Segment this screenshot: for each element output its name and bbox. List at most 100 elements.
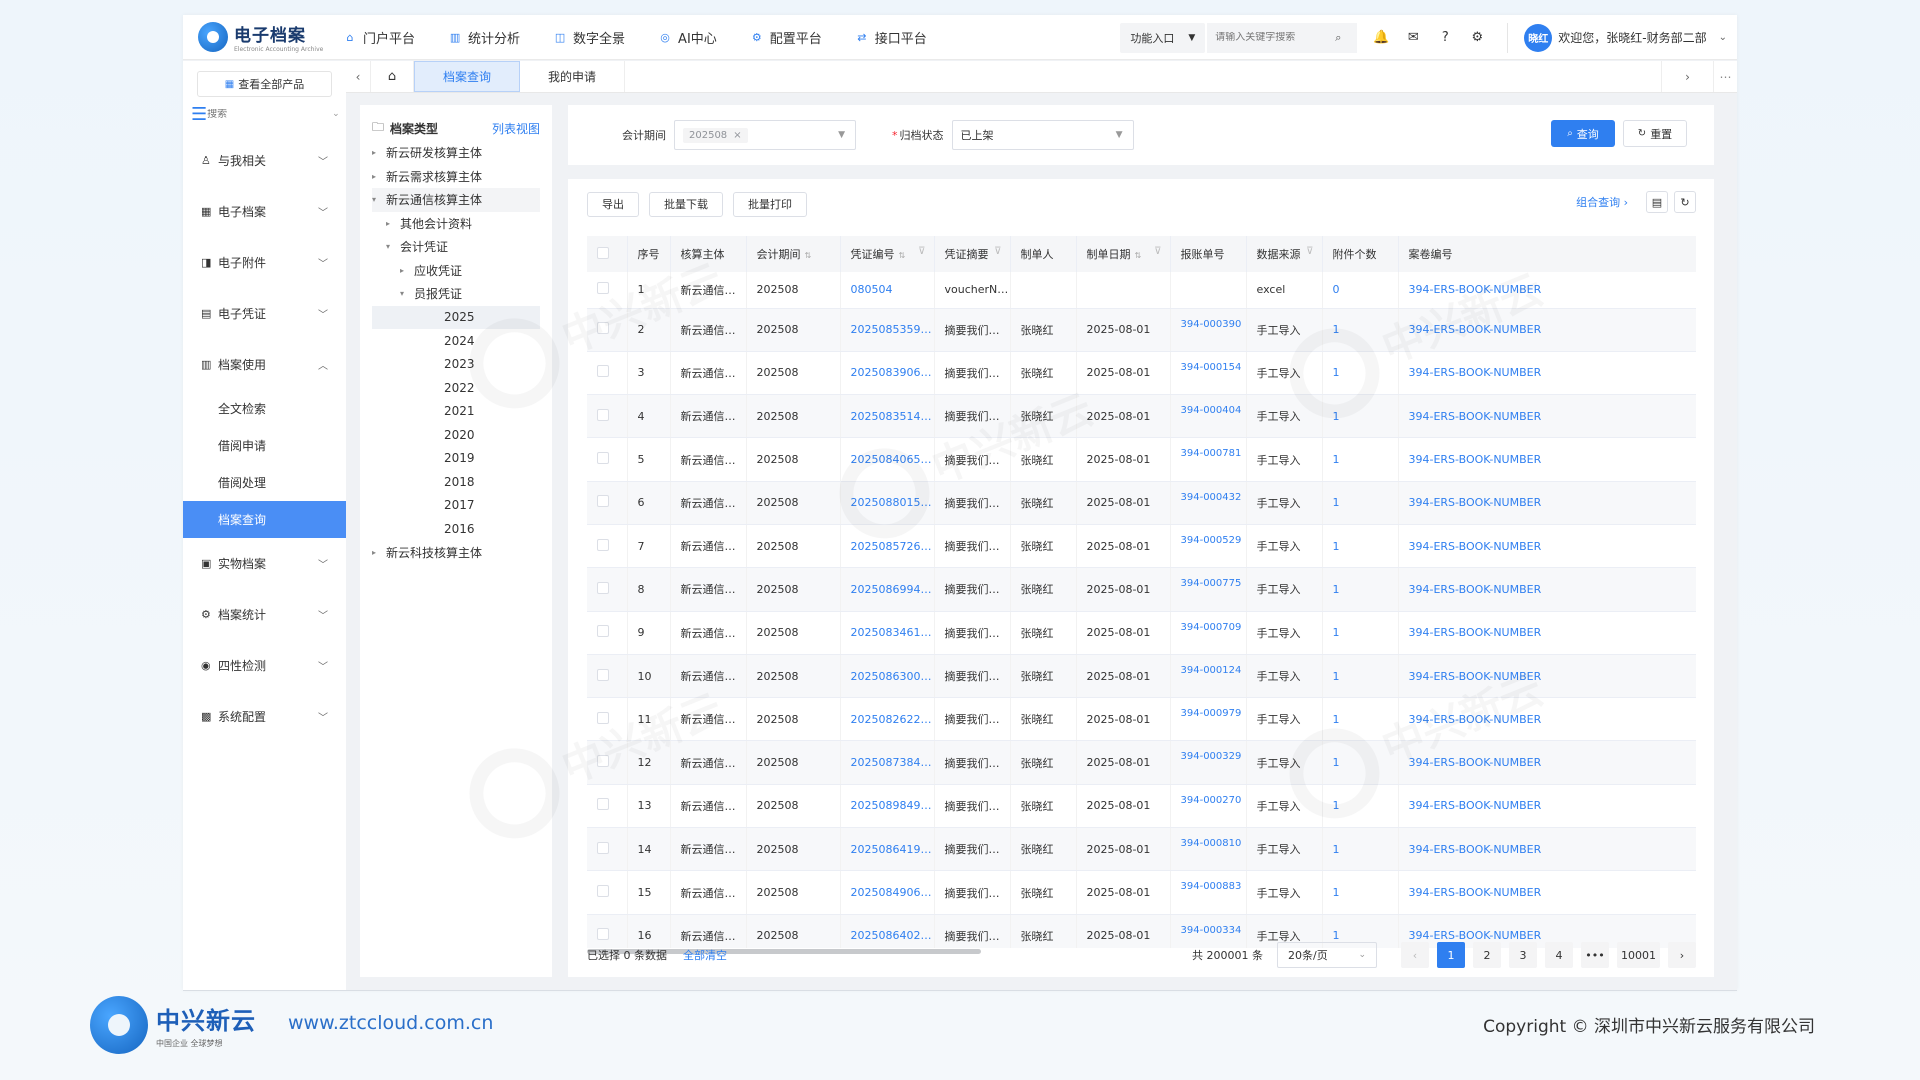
table-cell[interactable]: 2025086300543: [840, 654, 935, 699]
table-cell[interactable]: 1: [1322, 567, 1399, 612]
table-cell[interactable]: 394-000154: [1170, 351, 1247, 396]
select-all-checkbox[interactable]: [597, 246, 609, 259]
table-cell[interactable]: 394-ERS-BOOK-NUMBER: [1398, 481, 1696, 525]
table-row[interactable]: 8新云通信核…20250820250869947002摘要我们随…张晓红2025…: [587, 567, 1696, 612]
more-pages-icon[interactable]: •••: [1581, 942, 1609, 968]
sidebar-item[interactable]: ▦ 电子档案 ﹀: [183, 186, 346, 237]
tree-node[interactable]: 2021: [372, 400, 540, 424]
nav-item-2[interactable]: ◫ 数字全景: [553, 28, 625, 47]
table-row[interactable]: 1新云通信核…202508080504voucherName excel0394-…: [587, 272, 1696, 309]
tab-scroll-left-icon[interactable]: ‹: [346, 61, 370, 92]
row-checkbox[interactable]: [597, 798, 609, 811]
message-icon[interactable]: ✉: [1405, 30, 1421, 46]
tree-node[interactable]: 2019: [372, 447, 540, 471]
batch-download-button[interactable]: 批量下载: [649, 191, 723, 217]
tree-node[interactable]: 2017: [372, 494, 540, 518]
row-checkbox[interactable]: [597, 452, 609, 465]
table-cell[interactable]: 394-ERS-BOOK-NUMBER: [1398, 740, 1696, 785]
table-cell[interactable]: 394-000810: [1170, 827, 1247, 872]
table-cell[interactable]: 394-000529: [1170, 524, 1247, 569]
clear-all-link[interactable]: 全部清空: [683, 947, 727, 963]
reset-button[interactable]: ↻ 重置: [1623, 120, 1687, 147]
page-button[interactable]: 1: [1437, 942, 1465, 968]
sidebar-item[interactable]: ▩ 系统配置 ﹀: [183, 691, 346, 742]
row-checkbox[interactable]: [597, 365, 609, 378]
table-cell[interactable]: 394-000883: [1170, 870, 1247, 915]
caret-right-icon[interactable]: ▸: [372, 548, 382, 557]
table-cell[interactable]: 20250880159148: [840, 481, 935, 525]
table-cell[interactable]: 20250840654226: [840, 437, 935, 482]
tree-node[interactable]: ▸ 应收凭证: [372, 259, 540, 283]
table-cell[interactable]: 394-ERS-BOOK-NUMBER: [1398, 272, 1696, 309]
user-menu[interactable]: 晓红 欢迎您，张晓红-财务部二部 ⌄: [1507, 22, 1727, 53]
table-cell[interactable]: [1170, 272, 1247, 309]
caret-down-icon[interactable]: ▾: [372, 195, 382, 204]
refresh-icon[interactable]: ↻: [1674, 191, 1696, 213]
function-entry-select[interactable]: 功能入口 ▼: [1120, 22, 1206, 53]
filter-icon[interactable]: ⊽: [994, 246, 1001, 257]
table-row[interactable]: 12新云通信核…20250820250873844498摘要我们随…张晓红202…: [587, 740, 1696, 785]
home-icon[interactable]: ⌂: [370, 61, 414, 92]
row-checkbox[interactable]: [597, 885, 609, 897]
table-row[interactable]: 11新云通信核…2025082025082622381…摘要我们随…张晓红202…: [587, 697, 1696, 742]
row-checkbox[interactable]: [597, 408, 609, 421]
table-row[interactable]: 14新云通信核…20250820250864191551摘要我们随…张晓红202…: [587, 827, 1696, 872]
company-url[interactable]: www.ztccloud.com.cn: [288, 1012, 493, 1034]
close-icon[interactable]: ×: [733, 130, 741, 141]
help-icon[interactable]: ?: [1437, 30, 1453, 46]
table-cell[interactable]: 394-000390: [1170, 308, 1247, 352]
query-button[interactable]: ⌕ 查询: [1551, 120, 1615, 147]
nav-item-1[interactable]: ▥ 统计分析: [448, 28, 520, 47]
table-cell[interactable]: 20250839069914: [840, 351, 935, 396]
table-row[interactable]: 2新云通信核…2025082025085359415…摘要我们随…张晓红2025…: [587, 308, 1696, 352]
table-cell[interactable]: 1: [1322, 481, 1399, 525]
table-cell[interactable]: 1: [1322, 827, 1399, 872]
table-cell[interactable]: 20250873844498: [840, 740, 935, 785]
table-cell[interactable]: 1: [1322, 697, 1399, 742]
caret-right-icon[interactable]: ▸: [372, 148, 382, 157]
sidebar-item[interactable]: ◉ 四性检测 ﹀: [183, 640, 346, 691]
user-settings-icon[interactable]: ⚙: [1469, 30, 1485, 46]
table-cell[interactable]: 394-ERS-BOOK-NUMBER: [1398, 654, 1696, 699]
table-cell[interactable]: 394-ERS-BOOK-NUMBER: [1398, 437, 1696, 482]
sort-icon[interactable]: ⇅: [1135, 251, 1142, 260]
page-button[interactable]: 2: [1473, 942, 1501, 968]
all-products-button[interactable]: ▦ 查看全部产品: [197, 71, 332, 97]
search-icon[interactable]: ⌕: [1335, 31, 1341, 45]
row-checkbox[interactable]: [597, 928, 609, 941]
nav-item-0[interactable]: ⌂ 门户平台: [343, 28, 416, 47]
table-cell[interactable]: 20250869947002: [840, 567, 935, 612]
table-cell[interactable]: 394-ERS-BOOK-NUMBER: [1398, 784, 1696, 829]
table-row[interactable]: 15新云通信核…20250820250849066392摘要我们随…张晓红202…: [587, 870, 1696, 915]
table-cell[interactable]: 394-000775: [1170, 567, 1247, 612]
export-button[interactable]: 导出: [587, 191, 639, 217]
table-cell[interactable]: 394-000432: [1170, 481, 1247, 525]
filter-icon[interactable]: ⊽: [1306, 246, 1313, 257]
table-cell[interactable]: 1: [1322, 870, 1399, 915]
table-cell[interactable]: 394-ERS-BOOK-NUMBER: [1398, 827, 1696, 872]
column-settings-icon[interactable]: ▤: [1646, 191, 1668, 213]
sidebar-item[interactable]: ▣ 实物档案 ﹀: [183, 538, 346, 589]
table-row[interactable]: 7新云通信核…20250820250857261348摘要我们随…张晓红2025…: [587, 524, 1696, 569]
tab-my-applications[interactable]: 我的申请: [520, 61, 626, 92]
table-cell[interactable]: 394-000404: [1170, 394, 1247, 439]
global-search-input[interactable]: [1215, 32, 1336, 43]
table-cell[interactable]: 394-ERS-BOOK-NUMBER: [1398, 697, 1696, 742]
next-page-icon[interactable]: ›: [1668, 942, 1696, 968]
nav-item-5[interactable]: ⇄ 接口平台: [855, 28, 927, 47]
filter-icon[interactable]: ⊽: [918, 246, 925, 257]
table-row[interactable]: 10 新云通信核… 202508 2025086300543 摘要我们随… 张晓红 2025…: [587, 654, 1696, 699]
global-search[interactable]: ⌕: [1207, 22, 1358, 53]
page-size-select[interactable]: 20条/页 ⌄: [1277, 942, 1377, 968]
caret-down-icon[interactable]: ▾: [400, 289, 410, 298]
sidebar-subitem[interactable]: 全文检索: [183, 390, 346, 427]
tree-node[interactable]: ▸ 其他会计资料: [372, 212, 540, 236]
row-checkbox[interactable]: [597, 668, 609, 681]
table-cell[interactable]: 394-000329: [1170, 740, 1247, 785]
tree-node[interactable]: ▾ 新云通信核算主体: [372, 188, 540, 212]
tree-node[interactable]: ▸ 新云需求核算主体: [372, 165, 540, 189]
table-cell[interactable]: 080504: [840, 272, 935, 309]
status-select[interactable]: 已上架 ▼: [951, 120, 1134, 150]
table-cell[interactable]: 394-ERS-BOOK-NUMBER: [1398, 611, 1696, 655]
page-button[interactable]: 4: [1545, 942, 1573, 968]
